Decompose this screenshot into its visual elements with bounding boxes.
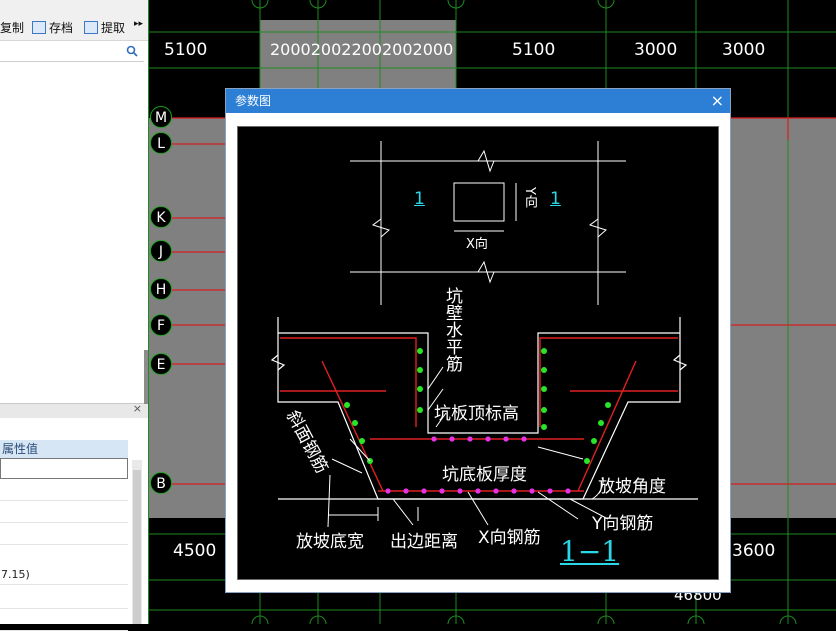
extract-label: 提取 bbox=[101, 21, 126, 35]
property-value-row[interactable]: 7.15) bbox=[0, 564, 128, 585]
property-scrollbar-thumb[interactable] bbox=[133, 470, 141, 624]
section-mark-left: 1 bbox=[414, 189, 425, 209]
property-panel-gap bbox=[0, 418, 148, 440]
more-tools-icon: ▸▸ bbox=[134, 19, 144, 29]
dim-label: 200020022002002000 bbox=[270, 40, 454, 59]
section-mark-right: 1 bbox=[550, 189, 561, 209]
x-rebar-label: X向钢筋 bbox=[478, 528, 541, 548]
property-value-row[interactable] bbox=[0, 588, 128, 609]
axis-bubble-k[interactable]: K bbox=[150, 206, 172, 228]
y-direction-label: Y向 bbox=[522, 187, 537, 208]
left-panel: 复制 存档 提取 ▸▸ × 属性值 7.15) bbox=[0, 0, 148, 631]
copy-label: 复制 bbox=[0, 21, 25, 35]
close-icon[interactable]: × bbox=[711, 89, 724, 113]
axis-bubble-m[interactable]: M bbox=[150, 106, 172, 128]
copy-button[interactable]: 复制 bbox=[0, 19, 24, 36]
search-row[interactable] bbox=[0, 41, 144, 62]
dim-label: 4500 bbox=[173, 541, 217, 561]
property-value-row[interactable] bbox=[0, 480, 128, 501]
save-icon bbox=[32, 21, 46, 34]
dialog-title-text: 参数图 bbox=[235, 94, 272, 108]
axis-bubble-e[interactable]: E bbox=[150, 353, 172, 375]
save-label: 存档 bbox=[49, 21, 74, 35]
property-panel-header: × bbox=[0, 402, 148, 418]
slope-angle-label: 放坡角度 bbox=[598, 477, 666, 497]
extract-icon bbox=[84, 21, 98, 34]
axis-bubble-b[interactable]: B bbox=[150, 472, 172, 494]
section-title: 1−1 bbox=[560, 535, 620, 568]
top-elevation-label: 坑板顶标高 bbox=[434, 404, 519, 424]
wall-horizontal-rebar-label: 坑壁水平筋 bbox=[442, 287, 462, 372]
dim-label: 5100 bbox=[164, 40, 208, 60]
dim-label: 5100 bbox=[512, 40, 556, 60]
x-direction-label: X向 bbox=[466, 237, 488, 252]
dialog-title[interactable]: 参数图 bbox=[226, 89, 730, 113]
dim-label: 3000 bbox=[634, 40, 678, 60]
y-rebar-label: Y向钢筋 bbox=[592, 514, 654, 534]
parameter-diagram-dialog: 参数图 × 1 1 Y向 X向 坑壁水平筋 坑板顶标高 斜面钢筋 坑底板厚度 放… bbox=[225, 88, 731, 593]
more-tools-button[interactable]: ▸▸ bbox=[134, 19, 143, 29]
extract-button[interactable]: 提取 bbox=[84, 19, 125, 36]
bottom-thickness-label: 坑底板厚度 bbox=[442, 465, 527, 485]
property-value-row[interactable] bbox=[0, 458, 128, 479]
search-icon[interactable] bbox=[126, 45, 138, 57]
parameter-diagram: 1 1 Y向 X向 坑壁水平筋 坑板顶标高 斜面钢筋 坑底板厚度 放坡角度 Y向… bbox=[237, 126, 719, 580]
dim-label: 3600 bbox=[732, 541, 776, 561]
close-property-panel-icon[interactable]: × bbox=[133, 402, 142, 415]
axis-bubble-f[interactable]: F bbox=[150, 314, 172, 336]
edge-distance-label: 出边距离 bbox=[390, 532, 458, 552]
dim-label: 3000 bbox=[722, 40, 766, 60]
property-value-row[interactable] bbox=[0, 502, 128, 523]
toolbar: 复制 存档 提取 ▸▸ bbox=[0, 0, 148, 41]
property-value-column-header: 属性值 bbox=[0, 440, 128, 458]
slope-bottom-width-label: 放坡底宽 bbox=[296, 532, 364, 552]
property-value-row[interactable] bbox=[0, 524, 128, 545]
save-button[interactable]: 存档 bbox=[32, 19, 73, 36]
axis-bubble-j[interactable]: J bbox=[150, 240, 172, 262]
property-value-row[interactable] bbox=[0, 610, 128, 631]
axis-bubble-l[interactable]: L bbox=[150, 132, 172, 154]
axis-bubble-h[interactable]: H bbox=[150, 278, 172, 300]
